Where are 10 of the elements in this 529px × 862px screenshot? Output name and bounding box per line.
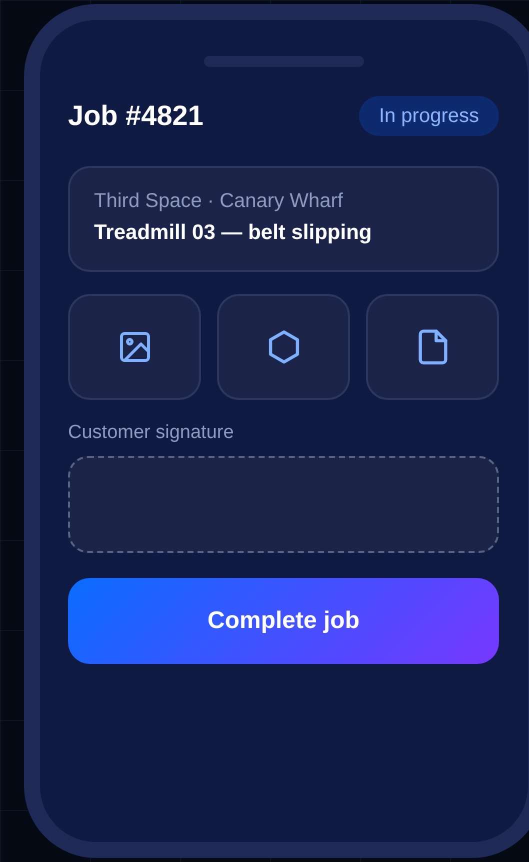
document-tile[interactable] (366, 294, 499, 400)
photo-tile[interactable] (68, 294, 201, 400)
job-title: Job #4821 (68, 100, 204, 132)
signature-label: Customer signature (68, 422, 234, 444)
issue-text: Treadmill 03 — belt slipping (94, 221, 373, 245)
complete-job-button[interactable]: Complete job (68, 578, 499, 664)
signature-field[interactable] (68, 456, 499, 553)
part-tile[interactable] (217, 294, 350, 400)
status-badge: In progress (358, 96, 499, 136)
location-text: Third Space · Canary Wharf (94, 190, 344, 213)
